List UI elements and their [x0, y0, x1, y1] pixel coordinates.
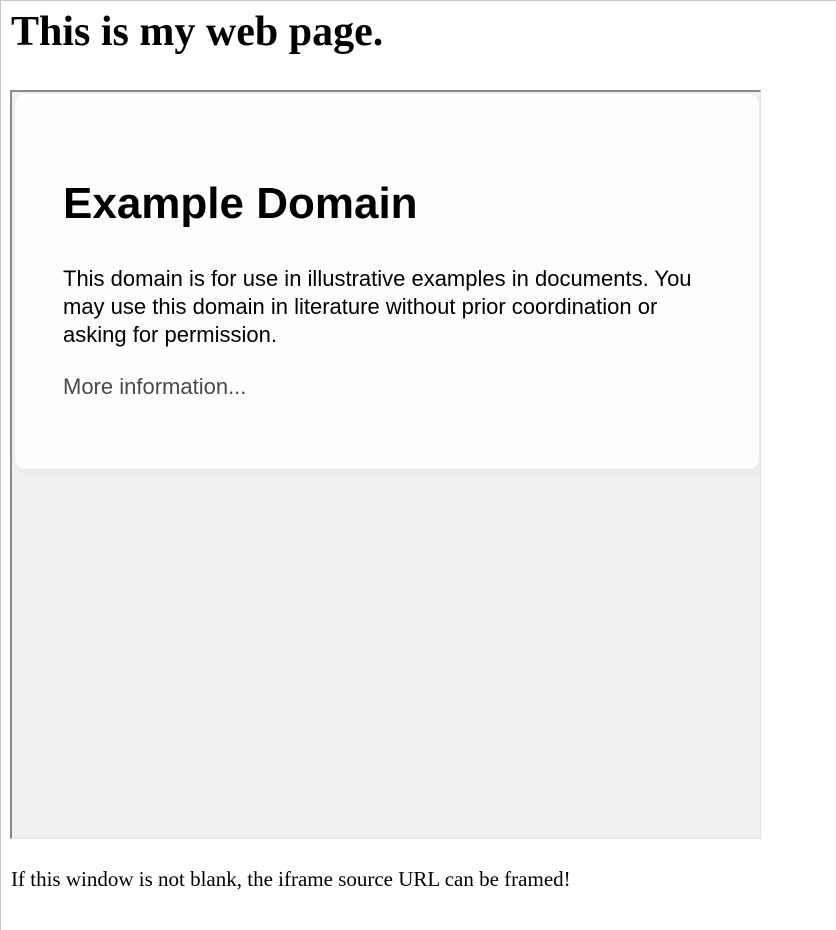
- more-information-link[interactable]: More information...: [63, 373, 246, 401]
- example-domain-description: This domain is for use in illustrative e…: [63, 266, 692, 347]
- example-domain-card: Example Domain This domain is for use in…: [15, 94, 759, 469]
- page: This is my web page. Example Domain This…: [0, 0, 836, 930]
- page-heading: This is my web page.: [11, 9, 384, 55]
- framing-status-note: If this window is not blank, the iframe …: [11, 867, 571, 891]
- example-domain-title: Example Domain: [63, 179, 418, 228]
- embedded-iframe[interactable]: Example Domain This domain is for use in…: [10, 90, 761, 839]
